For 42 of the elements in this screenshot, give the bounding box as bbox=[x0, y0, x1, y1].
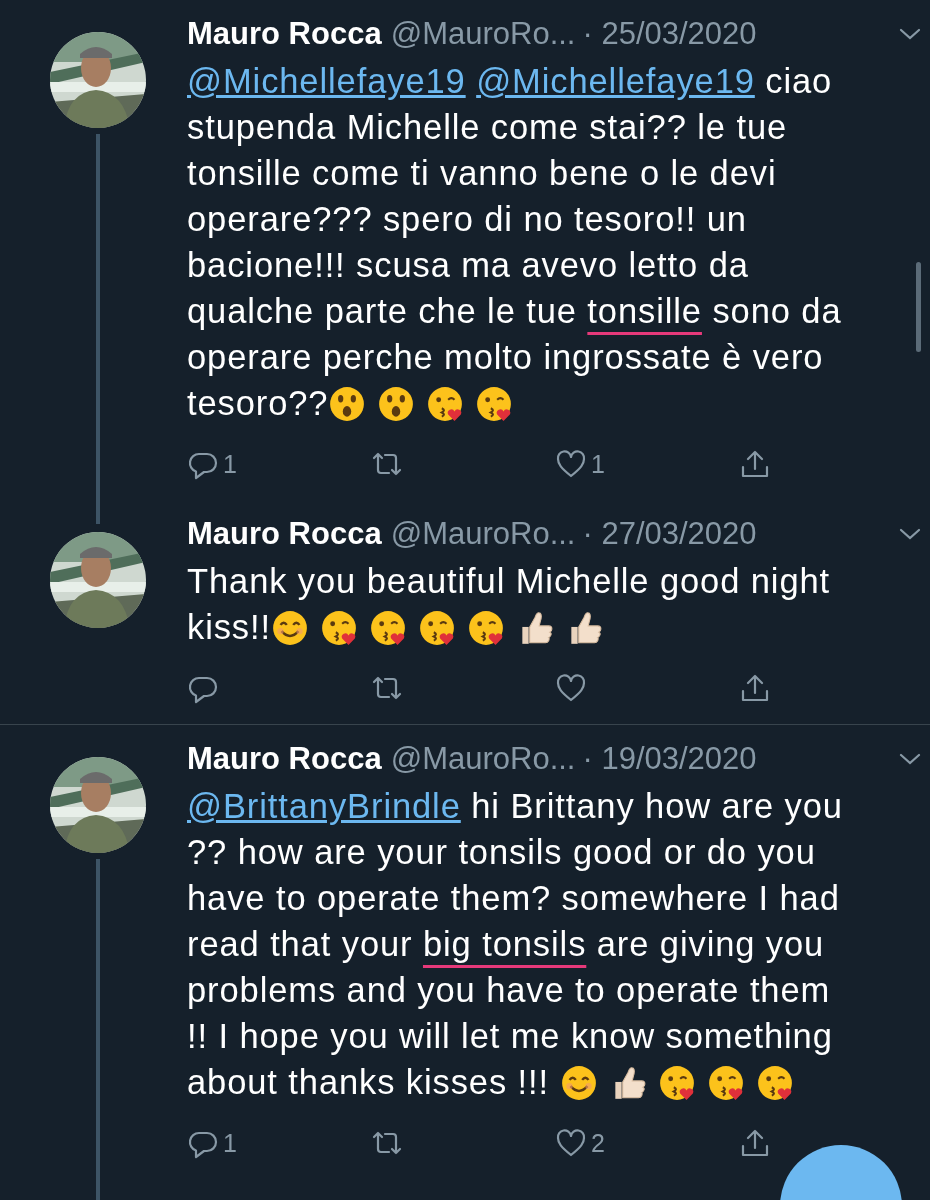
tweet-date: · 27/03/2020 bbox=[582, 515, 757, 553]
tweet-date: · 25/03/2020 bbox=[582, 15, 757, 53]
like-count: 2 bbox=[591, 1128, 605, 1158]
scrollbar[interactable] bbox=[916, 262, 921, 352]
kiss-emoji-icon bbox=[706, 1064, 745, 1102]
astonished-emoji-icon bbox=[328, 385, 367, 423]
tweet-text: @Michellefaye19 @Michellefaye19 ciao stupenda Michelle come stai?? le tue tonsille come ti vanno bene o le devi operare??? spero di no tesoro!! un bacione!!! scusa ma avevo letto da qualche parte che le tue tonsille sono da operare perche molto ingrossate è vero tesoro?? bbox=[187, 61, 843, 425]
user-name: Mauro Rocca bbox=[187, 740, 382, 778]
user-handle: @MauroRo... bbox=[390, 740, 576, 778]
astonished-emoji-icon bbox=[377, 385, 416, 423]
kiss-emoji-icon bbox=[369, 609, 407, 647]
chevron-down-icon[interactable] bbox=[899, 27, 921, 41]
reply-count: 1 bbox=[223, 1128, 237, 1158]
heart-icon[interactable] bbox=[555, 1127, 587, 1159]
like-count: 1 bbox=[591, 449, 605, 479]
share-icon[interactable] bbox=[739, 672, 771, 704]
user-name: Mauro Rocca bbox=[187, 515, 382, 553]
heart-icon[interactable] bbox=[555, 672, 587, 704]
tweet-text: @BrittanyBrindle hi Brittany how are you ?? how are your tonsils good or do you have to operate them? somewhere I had read that your big tonsils are giving you problems and you have to operate them !! I hope you will let me know something about thanks kisses !!! bbox=[187, 786, 844, 1104]
share-icon[interactable] bbox=[739, 448, 771, 480]
smile-emoji-icon bbox=[559, 1064, 598, 1102]
heart-icon[interactable] bbox=[555, 448, 587, 480]
kiss-emoji-icon bbox=[418, 609, 456, 647]
tweet-text: Thank you beautiful Michelle good night kiss!! bbox=[187, 561, 832, 649]
user-handle: @MauroRo... bbox=[390, 15, 576, 53]
user-handle: @MauroRo... bbox=[390, 515, 576, 553]
kiss-emoji-icon bbox=[467, 609, 505, 647]
mention-link[interactable]: @Michellefaye19 bbox=[476, 62, 755, 100]
kiss-emoji-icon bbox=[426, 385, 465, 423]
user-name: Mauro Rocca bbox=[187, 15, 382, 53]
chevron-down-icon[interactable] bbox=[899, 527, 921, 541]
smile-emoji-icon bbox=[271, 609, 309, 647]
tweet-date: · 19/03/2020 bbox=[582, 740, 757, 778]
kiss-emoji-icon bbox=[320, 609, 358, 647]
kiss-emoji-icon bbox=[755, 1064, 794, 1102]
kiss-emoji-icon bbox=[475, 385, 514, 423]
chevron-down-icon[interactable] bbox=[899, 752, 921, 766]
mention-link[interactable]: @BrittanyBrindle bbox=[187, 787, 461, 825]
reply-count: 1 bbox=[223, 449, 237, 479]
share-icon[interactable] bbox=[739, 1127, 771, 1159]
kiss-emoji-icon bbox=[657, 1064, 696, 1102]
mention-link[interactable]: @Michellefaye19 bbox=[187, 62, 466, 100]
